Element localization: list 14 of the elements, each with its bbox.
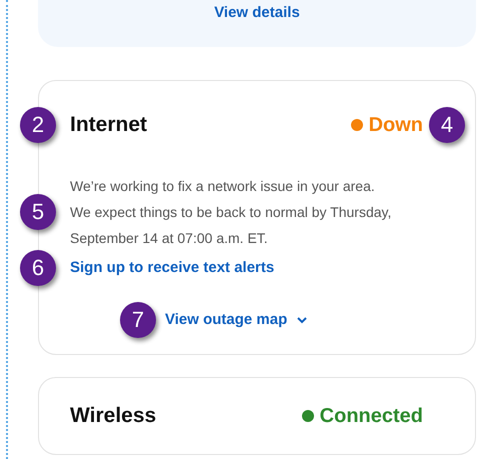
service-title: Internet (70, 113, 148, 136)
callout-badge: 4 (429, 107, 465, 143)
service-title: Wireless (70, 404, 156, 427)
callout-badge: 2 (20, 107, 56, 143)
text-alerts-link[interactable]: Sign up to receive text alerts (70, 259, 274, 276)
callout-badge: 7 (120, 302, 156, 338)
outage-map-toggle[interactable]: View outage map (165, 311, 288, 328)
callout-badge: 6 (20, 250, 56, 286)
chevron-down-icon[interactable] (297, 316, 308, 324)
view-details-link[interactable]: View details (214, 4, 300, 21)
status-text: Down (368, 114, 423, 136)
callout-badge: 5 (20, 194, 56, 230)
status-text: Connected (320, 404, 423, 428)
outage-message: We’re working to fix a network issue in your area. We expect things to be back to normal by Thursday, September 14 at 07:00 a.m. ET. (70, 177, 392, 248)
